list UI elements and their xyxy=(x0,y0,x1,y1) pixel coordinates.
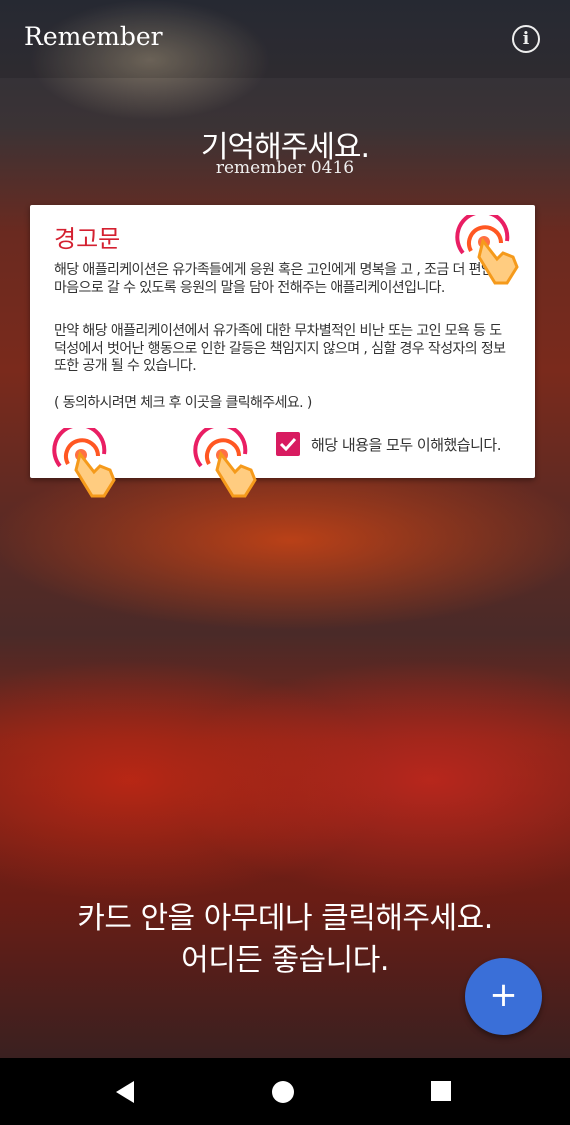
app-bar: Remember i xyxy=(0,0,570,78)
back-icon[interactable] xyxy=(114,1080,136,1104)
agree-checkbox[interactable] xyxy=(276,432,300,456)
app-title: Remember xyxy=(24,22,163,51)
add-button[interactable]: + xyxy=(465,958,542,1035)
recents-icon[interactable] xyxy=(430,1080,452,1102)
navigation-bar xyxy=(0,1058,570,1125)
card-paragraph-2: 만약 해당 애플리케이션에서 유가족에 대한 무차별적인 비난 또는 고인 모욕… xyxy=(54,323,506,374)
card-instruction: ( 동의하시려면 체크 후 이곳을 클릭해주세요. ) xyxy=(54,395,312,411)
card-paragraph-1: 해당 애플리케이션은 유가족들에게 응원 혹은 고인에게 명복을 고 , 조금 … xyxy=(54,262,506,296)
subtitle: remember 0416 xyxy=(215,158,355,178)
info-icon[interactable]: i xyxy=(512,25,540,53)
home-icon[interactable] xyxy=(271,1080,295,1104)
tap-hint-icon xyxy=(52,428,116,498)
check-icon xyxy=(279,437,297,451)
agree-checkbox-row[interactable]: 해당 내용을 모두 이해했습니다. xyxy=(276,432,501,456)
tap-hint-icon xyxy=(193,428,257,498)
bottom-message-line-1: 카드 안을 아무데나 클릭해주세요. xyxy=(77,901,493,936)
card-title: 경고문 xyxy=(54,225,121,253)
tap-hint-icon xyxy=(455,215,519,285)
agree-checkbox-label: 해당 내용을 모두 이해했습니다. xyxy=(311,435,501,454)
